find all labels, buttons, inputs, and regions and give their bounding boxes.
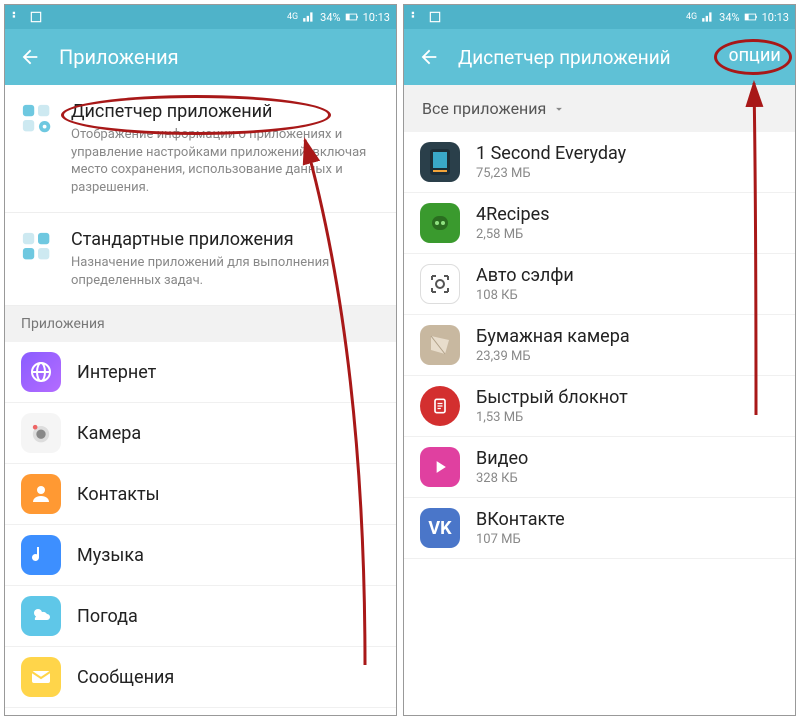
weather-icon xyxy=(21,596,61,636)
music-icon xyxy=(21,535,61,575)
app-label: Видео xyxy=(476,448,528,469)
signal-icon xyxy=(302,10,316,24)
clock: 10:13 xyxy=(363,11,390,24)
app-size: 328 КБ xyxy=(476,471,528,486)
app-label: ВКонтакте xyxy=(476,509,565,530)
app-size: 107 МБ xyxy=(476,532,565,547)
wifi-icon xyxy=(11,10,25,24)
list-item[interactable]: 4Recipes 2,58 МБ xyxy=(404,193,795,254)
phone-left: 4G 34% 10:13 Приложения Диспетчер прилож… xyxy=(4,4,397,716)
app-size: 2,58 МБ xyxy=(476,227,550,242)
app-label: Сообщения xyxy=(77,667,174,688)
network-label: 4G xyxy=(287,12,298,22)
app-size: 23,39 МБ xyxy=(476,349,630,364)
battery-pct: 34% xyxy=(719,11,739,24)
section-title: Диспетчер приложений xyxy=(71,101,378,122)
phone-right: 4G 34% 10:13 Диспетчер приложений ОПЦИИ … xyxy=(403,4,796,716)
grid-gear-icon xyxy=(21,103,55,137)
app-size: 75,23 МБ xyxy=(476,166,626,181)
back-arrow-icon[interactable] xyxy=(19,46,41,68)
content-right: Все приложения 1 Second Everyday 75,23 М… xyxy=(404,85,795,715)
battery-pct: 34% xyxy=(320,11,340,24)
section-app-manager[interactable]: Диспетчер приложений Отображение информа… xyxy=(5,85,396,213)
list-item[interactable]: 1 Second Everyday 75,23 МБ xyxy=(404,132,795,193)
app-label: Камера xyxy=(77,423,141,444)
contacts-icon xyxy=(21,474,61,514)
section-desc: Отображение информации о приложениях и у… xyxy=(71,126,378,196)
section-default-apps[interactable]: Стандартные приложения Назначение прилож… xyxy=(5,213,396,306)
app-label: Контакты xyxy=(77,484,160,505)
app-size: 1,53 МБ xyxy=(476,410,628,425)
page-title: Приложения xyxy=(59,45,382,69)
screenshot-icon xyxy=(29,10,43,24)
list-item[interactable]: Бумажная камера 23,39 МБ xyxy=(404,315,795,376)
app-label: Бумажная камера xyxy=(476,326,630,347)
list-item[interactable]: Камера xyxy=(5,403,396,464)
app-label: Музыка xyxy=(77,545,144,566)
list-item[interactable]: Быстрый блокнот 1,53 МБ xyxy=(404,376,795,437)
app-label: Интернет xyxy=(77,362,156,383)
app-label: Погода xyxy=(77,606,138,627)
list-item[interactable]: Контакты xyxy=(5,464,396,525)
list-item[interactable]: VK ВКонтакте 107 МБ xyxy=(404,498,795,559)
list-item[interactable]: Авто сэлфи 108 КБ xyxy=(404,254,795,315)
screenshot-icon xyxy=(428,10,442,24)
status-bar: 4G 34% 10:13 xyxy=(404,5,795,29)
app-label: 4Recipes xyxy=(476,204,550,225)
subheader-apps: Приложения xyxy=(5,306,396,342)
section-title: Стандартные приложения xyxy=(71,229,378,250)
battery-icon xyxy=(345,10,359,24)
grid-icon xyxy=(21,231,55,265)
app-icon xyxy=(420,203,460,243)
filter-label: Все приложения xyxy=(422,99,546,118)
messages-icon xyxy=(21,657,61,697)
clock: 10:13 xyxy=(762,11,789,24)
network-label: 4G xyxy=(686,12,697,22)
list-item[interactable]: Музыка xyxy=(5,525,396,586)
options-button[interactable]: ОПЦИИ xyxy=(729,49,781,65)
wifi-icon xyxy=(410,10,424,24)
paper-camera-icon xyxy=(420,325,460,365)
header: Приложения xyxy=(5,29,396,85)
camera-icon xyxy=(21,413,61,453)
back-arrow-icon[interactable] xyxy=(418,46,440,68)
signal-icon xyxy=(701,10,715,24)
app-size: 108 КБ xyxy=(476,288,574,303)
filter-dropdown[interactable]: Все приложения xyxy=(404,85,795,132)
vk-icon: VK xyxy=(420,508,460,548)
page-title: Диспетчер приложений xyxy=(458,46,711,69)
section-desc: Назначение приложений для выполнения опр… xyxy=(71,254,378,289)
content-left: Диспетчер приложений Отображение информа… xyxy=(5,85,396,715)
app-label: Авто сэлфи xyxy=(476,265,574,286)
selfie-icon xyxy=(420,264,460,304)
list-item[interactable]: Видео 328 КБ xyxy=(404,437,795,498)
list-item[interactable]: Интернет xyxy=(5,342,396,403)
header: Диспетчер приложений ОПЦИИ xyxy=(404,29,795,85)
battery-icon xyxy=(744,10,758,24)
chevron-down-icon xyxy=(552,102,566,116)
notepad-icon xyxy=(420,386,460,426)
app-label: 1 Second Everyday xyxy=(476,143,626,164)
status-bar: 4G 34% 10:13 xyxy=(5,5,396,29)
list-item[interactable]: Сообщения xyxy=(5,647,396,708)
app-icon xyxy=(420,142,460,182)
list-item[interactable]: Погода xyxy=(5,586,396,647)
video-icon xyxy=(420,447,460,487)
app-label: Быстрый блокнот xyxy=(476,387,628,408)
internet-icon xyxy=(21,352,61,392)
